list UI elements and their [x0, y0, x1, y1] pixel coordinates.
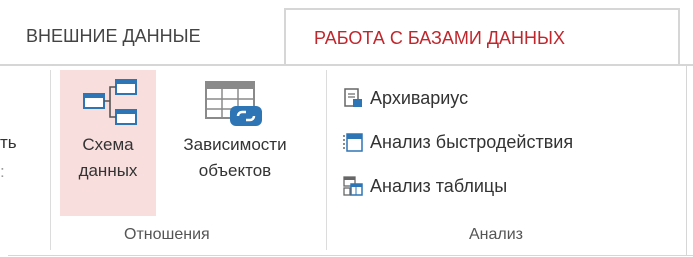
tab-database-tools[interactable]: РАБОТА С БАЗАМИ ДАННЫХ [284, 8, 680, 66]
object-dependencies-button[interactable]: Зависимости объектов [160, 70, 310, 216]
documenter-button[interactable]: Архивариус [342, 84, 468, 112]
performance-icon [342, 131, 364, 153]
object-dependencies-icon [160, 72, 310, 132]
clipped-button-label-2: : [0, 162, 5, 181]
table-analyzer-button[interactable]: Анализ таблицы [342, 172, 507, 200]
documenter-label: Архивариус [370, 87, 469, 108]
ribbon-bottom-border [8, 255, 693, 256]
object-dependencies-label-1: Зависимости [183, 135, 287, 154]
group-label-relations: Отношения [124, 226, 210, 243]
relationships-button[interactable]: Схема данных [60, 70, 156, 216]
documenter-icon [342, 87, 364, 109]
group-separator [50, 70, 51, 250]
clipped-button-label[interactable]: ть [0, 130, 17, 156]
performance-analyzer-label: Анализ быстродействия [370, 131, 574, 152]
performance-analyzer-button[interactable]: Анализ быстродействия [342, 128, 573, 156]
relationships-label-1: Схема [82, 135, 134, 154]
group-label-analysis: Анализ [469, 226, 524, 243]
table-analyzer-label: Анализ таблицы [370, 175, 508, 196]
relationships-label-2: данных [78, 161, 138, 180]
ribbon-tab-bar: ВНЕШНИЕ ДАННЫЕ РАБОТА С БАЗАМИ ДАННЫХ [0, 0, 693, 66]
relationships-icon [60, 72, 156, 132]
ribbon-right-border [686, 66, 687, 255]
tab-external-data[interactable]: ВНЕШНИЕ ДАННЫЕ [14, 8, 213, 64]
table-analyzer-icon [342, 175, 364, 197]
object-dependencies-label-2: объектов [198, 161, 272, 180]
group-separator [326, 70, 327, 250]
